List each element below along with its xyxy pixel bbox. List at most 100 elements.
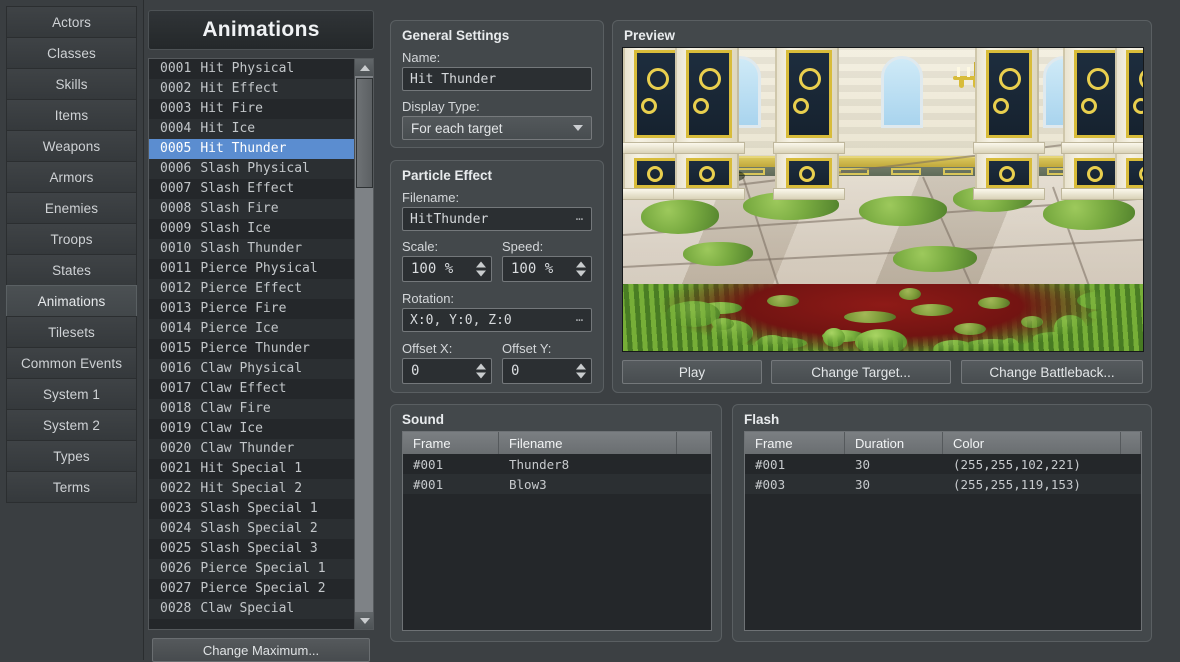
- list-item[interactable]: 0026Pierce Special 1: [149, 559, 354, 579]
- nav-item-skills[interactable]: Skills: [6, 68, 137, 100]
- cell-duration: 30: [845, 454, 943, 474]
- list-item[interactable]: 0028Claw Special: [149, 599, 354, 619]
- table-row[interactable]: #001Thunder8: [403, 454, 711, 474]
- nav-item-label: Skills: [55, 77, 87, 92]
- sound-table[interactable]: FrameFilename#001Thunder8#001Blow3: [402, 431, 712, 631]
- name-input[interactable]: Hit Thunder: [402, 67, 592, 91]
- list-item[interactable]: 0027Pierce Special 2: [149, 579, 354, 599]
- column-header-color[interactable]: Color: [943, 432, 1121, 454]
- list-item[interactable]: 0008Slash Fire: [149, 199, 354, 219]
- display-type-dropdown[interactable]: For each target: [402, 116, 592, 140]
- nav-item-types[interactable]: Types: [6, 440, 137, 472]
- nav-item-armors[interactable]: Armors: [6, 161, 137, 193]
- animations-list[interactable]: 0001Hit Physical0002Hit Effect0003Hit Fi…: [149, 59, 354, 629]
- animations-list-scrollbar[interactable]: [354, 59, 373, 629]
- column-swirl: [1133, 98, 1144, 114]
- browse-ellipsis-icon[interactable]: ⋯: [576, 212, 584, 226]
- list-item[interactable]: 0009Slash Ice: [149, 219, 354, 239]
- table-row[interactable]: #001Blow3: [403, 474, 711, 494]
- offset-y-stepper[interactable]: 0: [502, 358, 592, 384]
- nav-item-animations[interactable]: Animations: [6, 285, 137, 317]
- list-item[interactable]: 0002Hit Effect: [149, 79, 354, 99]
- nav-item-weapons[interactable]: Weapons: [6, 130, 137, 162]
- list-item[interactable]: 0012Pierce Effect: [149, 279, 354, 299]
- nav-item-system-1[interactable]: System 1: [6, 378, 137, 410]
- battleback-column: [975, 47, 1039, 194]
- column-header-filename[interactable]: Filename: [499, 432, 677, 454]
- nav-item-common-events[interactable]: Common Events: [6, 347, 137, 379]
- list-item[interactable]: 0013Pierce Fire: [149, 299, 354, 319]
- list-item[interactable]: 0005Hit Thunder: [149, 139, 354, 159]
- nav-item-label: Classes: [47, 46, 96, 61]
- nav-item-troops[interactable]: Troops: [6, 223, 137, 255]
- list-item-name: Slash Fire: [200, 201, 278, 216]
- offset-y-stepper-arrows[interactable]: [576, 364, 586, 379]
- change-target-button[interactable]: Change Target...: [771, 360, 951, 384]
- column-swirl: [699, 166, 715, 182]
- general-settings-panel: General Settings Name: Hit Thunder Displ…: [390, 20, 604, 148]
- column-header-duration[interactable]: Duration: [845, 432, 943, 454]
- list-item[interactable]: 0025Slash Special 3: [149, 539, 354, 559]
- offset-x-stepper[interactable]: 0: [402, 358, 492, 384]
- nav-item-actors[interactable]: Actors: [6, 6, 137, 38]
- list-item[interactable]: 0016Claw Physical: [149, 359, 354, 379]
- list-item[interactable]: 0024Slash Special 2: [149, 519, 354, 539]
- nav-item-states[interactable]: States: [6, 254, 137, 286]
- column-swirl: [793, 98, 809, 114]
- battle-preview-canvas[interactable]: [622, 47, 1144, 352]
- speed-stepper-arrows[interactable]: [576, 262, 586, 277]
- speed-stepper[interactable]: 100 %: [502, 256, 592, 282]
- list-item[interactable]: 0015Pierce Thunder: [149, 339, 354, 359]
- nav-item-items[interactable]: Items: [6, 99, 137, 131]
- column-swirl: [693, 98, 709, 114]
- list-item[interactable]: 0014Pierce Ice: [149, 319, 354, 339]
- list-item[interactable]: 0022Hit Special 2: [149, 479, 354, 499]
- flash-table[interactable]: FrameDurationColor#00130(255,255,102,221…: [744, 431, 1142, 631]
- list-item[interactable]: 0018Claw Fire: [149, 399, 354, 419]
- cell-filename: Blow3: [499, 474, 677, 494]
- list-item[interactable]: 0017Claw Effect: [149, 379, 354, 399]
- offset-x-stepper-arrows[interactable]: [476, 364, 486, 379]
- nav-item-terms[interactable]: Terms: [6, 471, 137, 503]
- column-header-frame[interactable]: Frame: [745, 432, 845, 454]
- column-header-frame[interactable]: Frame: [403, 432, 499, 454]
- list-item[interactable]: 0019Claw Ice: [149, 419, 354, 439]
- list-item-name: Slash Special 1: [200, 501, 317, 516]
- list-item[interactable]: 0001Hit Physical: [149, 59, 354, 79]
- list-item[interactable]: 0007Slash Effect: [149, 179, 354, 199]
- list-item[interactable]: 0023 Slash Special 1: [149, 499, 354, 519]
- nav-item-classes[interactable]: Classes: [6, 37, 137, 69]
- scale-stepper-arrows[interactable]: [476, 262, 486, 277]
- list-item[interactable]: 0011Pierce Physical: [149, 259, 354, 279]
- nav-item-tilesets[interactable]: Tilesets: [6, 316, 137, 348]
- scroll-up-arrow-icon[interactable]: [355, 59, 374, 76]
- list-item-id: 0027: [160, 581, 191, 596]
- table-row[interactable]: #00330(255,255,119,153): [745, 474, 1141, 494]
- play-button[interactable]: Play: [622, 360, 762, 384]
- rotation-input[interactable]: X:0, Y:0, Z:0 ⋯: [402, 308, 592, 332]
- scrollbar-thumb[interactable]: [356, 78, 373, 188]
- battleback-bush: [1043, 198, 1135, 230]
- scroll-down-arrow-icon[interactable]: [355, 612, 374, 629]
- list-item-id: 0023: [160, 501, 191, 516]
- table-row[interactable]: #00130(255,255,102,221): [745, 454, 1141, 474]
- column-panel-upper: [634, 50, 680, 138]
- rotation-ellipsis-icon[interactable]: ⋯: [576, 313, 584, 327]
- change-battleback-button[interactable]: Change Battleback...: [961, 360, 1143, 384]
- list-item-name: Hit Special 1: [200, 461, 302, 476]
- nav-item-system-2[interactable]: System 2: [6, 409, 137, 441]
- list-item-name: Claw Physical: [200, 361, 302, 376]
- cell-frame: #001: [403, 454, 499, 474]
- list-item[interactable]: 0004Hit Ice: [149, 119, 354, 139]
- filename-input[interactable]: HitThunder ⋯: [402, 207, 592, 231]
- list-item[interactable]: 0020Claw Thunder: [149, 439, 354, 459]
- chevron-down-icon: [573, 125, 583, 131]
- list-item[interactable]: 0003Hit Fire: [149, 99, 354, 119]
- list-item[interactable]: 0010Slash Thunder: [149, 239, 354, 259]
- scale-stepper[interactable]: 100 %: [402, 256, 492, 282]
- list-item-name: Slash Special 2: [200, 521, 317, 536]
- list-item[interactable]: 0006Slash Physical: [149, 159, 354, 179]
- nav-item-enemies[interactable]: Enemies: [6, 192, 137, 224]
- change-maximum-button[interactable]: Change Maximum...: [152, 638, 370, 662]
- list-item[interactable]: 0021Hit Special 1: [149, 459, 354, 479]
